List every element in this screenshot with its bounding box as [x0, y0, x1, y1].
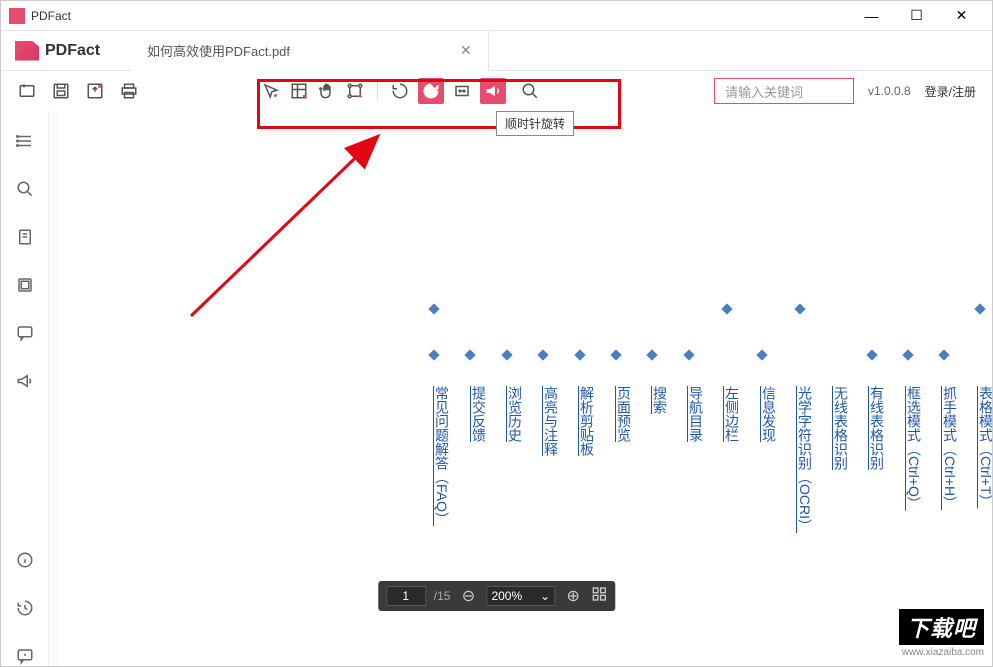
page-number-input[interactable]	[386, 586, 426, 606]
bullet-diamond	[902, 349, 913, 360]
toolbar: 请输入关键词 v1.0.0.8 登录/注册	[1, 71, 992, 111]
window-titlebar: PDFact — ☐ ✕	[1, 1, 992, 31]
page-total: /15	[434, 589, 451, 603]
bullet-diamond	[721, 303, 732, 314]
login-link[interactable]: 登录/注册	[925, 83, 976, 100]
bullet-diamond	[537, 349, 548, 360]
bullet-diamond	[501, 349, 512, 360]
toc-link[interactable]: 高亮与注释	[541, 386, 561, 456]
zoom-in-icon[interactable]: ⊕	[563, 586, 583, 606]
toc-link[interactable]: 搜索	[650, 386, 670, 414]
header: PDFact 如何高效使用PDFact.pdf ✕	[1, 31, 992, 71]
rotate-ccw-icon[interactable]	[390, 81, 410, 101]
page-icon[interactable]	[15, 227, 35, 247]
hand-icon[interactable]	[317, 81, 337, 101]
toc-link[interactable]: 提交反馈	[469, 386, 489, 442]
bullet-diamond	[938, 349, 949, 360]
logo-icon	[15, 41, 39, 61]
toc-link[interactable]: 表格模式（Ctrl+T）	[976, 386, 992, 509]
info-icon[interactable]	[15, 550, 35, 570]
bullet-diamond	[646, 349, 657, 360]
pointer-icon[interactable]	[261, 81, 281, 101]
crop-icon[interactable]	[345, 81, 365, 101]
watermark-url: www.xiazaiba.com	[899, 647, 984, 658]
bullet-diamond	[866, 349, 877, 360]
toc-link[interactable]: 信息发现	[759, 386, 779, 442]
feedback-icon[interactable]	[15, 646, 35, 666]
toc-link[interactable]: 抓手模式（Ctrl+H）	[940, 386, 960, 510]
document-tab[interactable]: 如何高效使用PDFact.pdf ✕	[131, 31, 489, 71]
toc-link[interactable]: 解析剪贴板	[577, 386, 597, 456]
tooltip: 顺时针旋转	[496, 111, 574, 136]
bullet-diamond	[794, 303, 805, 314]
bullet-diamond	[683, 349, 694, 360]
watermark: 下载吧 www.xiazaiba.com	[899, 609, 984, 658]
search-input[interactable]: 请输入关键词	[714, 78, 854, 104]
minimize-button[interactable]: —	[849, 2, 894, 30]
bullet-diamond	[428, 349, 439, 360]
outline-icon[interactable]	[15, 131, 35, 151]
zoom-select[interactable]: 200%⌄	[486, 586, 555, 606]
toc-link[interactable]: 常见问题解答（FAQ）	[432, 386, 452, 526]
toc-link[interactable]: 页面预览	[614, 386, 634, 442]
tab-label: 如何高效使用PDFact.pdf	[147, 41, 290, 60]
bullet-diamond	[610, 349, 621, 360]
save-icon[interactable]	[51, 81, 71, 101]
toc-link[interactable]: 导航目录	[686, 386, 706, 442]
toc-link[interactable]: 无线表格识别	[831, 386, 851, 470]
comment-icon[interactable]	[15, 323, 35, 343]
toc-link[interactable]: 光学字符识别（OCRI）	[795, 386, 815, 533]
sidebar	[1, 111, 49, 666]
window-title: PDFact	[31, 9, 849, 23]
bullet-diamond	[428, 303, 439, 314]
zoom-out-icon[interactable]: ⊖	[458, 586, 478, 606]
tab-close-icon[interactable]: ✕	[460, 42, 472, 59]
toc-link[interactable]: 有线表格识别	[867, 386, 887, 470]
app-icon	[9, 8, 25, 24]
version-label: v1.0.0.8	[868, 84, 911, 98]
open-file-icon[interactable]	[17, 81, 37, 101]
bullet-diamond	[574, 349, 585, 360]
announce-icon[interactable]	[480, 78, 506, 104]
rotate-cw-icon[interactable]	[418, 78, 444, 104]
logo-text: PDFact	[45, 42, 100, 60]
bullet-diamond	[756, 349, 767, 360]
print-icon[interactable]	[119, 81, 139, 101]
fit-width-icon[interactable]	[452, 81, 472, 101]
clipboard-icon[interactable]	[15, 275, 35, 295]
toc-link[interactable]: 左侧边栏	[722, 386, 742, 442]
bullet-diamond	[464, 349, 475, 360]
history-icon[interactable]	[15, 598, 35, 618]
sidebar-search-icon[interactable]	[15, 179, 35, 199]
search-icon[interactable]	[520, 81, 540, 101]
toc-link[interactable]: 框选模式（Ctrl+Q）	[904, 386, 924, 511]
maximize-button[interactable]: ☐	[894, 2, 939, 30]
grid-view-icon[interactable]	[591, 586, 607, 607]
megaphone-icon[interactable]	[15, 371, 35, 391]
export-icon[interactable]	[85, 81, 105, 101]
page-controls: /15 ⊖ 200%⌄ ⊕	[378, 581, 615, 611]
logo: PDFact	[1, 41, 131, 61]
bullet-diamond	[974, 303, 985, 314]
table-select-icon[interactable]	[289, 81, 309, 101]
watermark-logo: 下载吧	[899, 609, 984, 645]
close-button[interactable]: ✕	[939, 2, 984, 30]
toc-link[interactable]: 浏览历史	[505, 386, 525, 442]
